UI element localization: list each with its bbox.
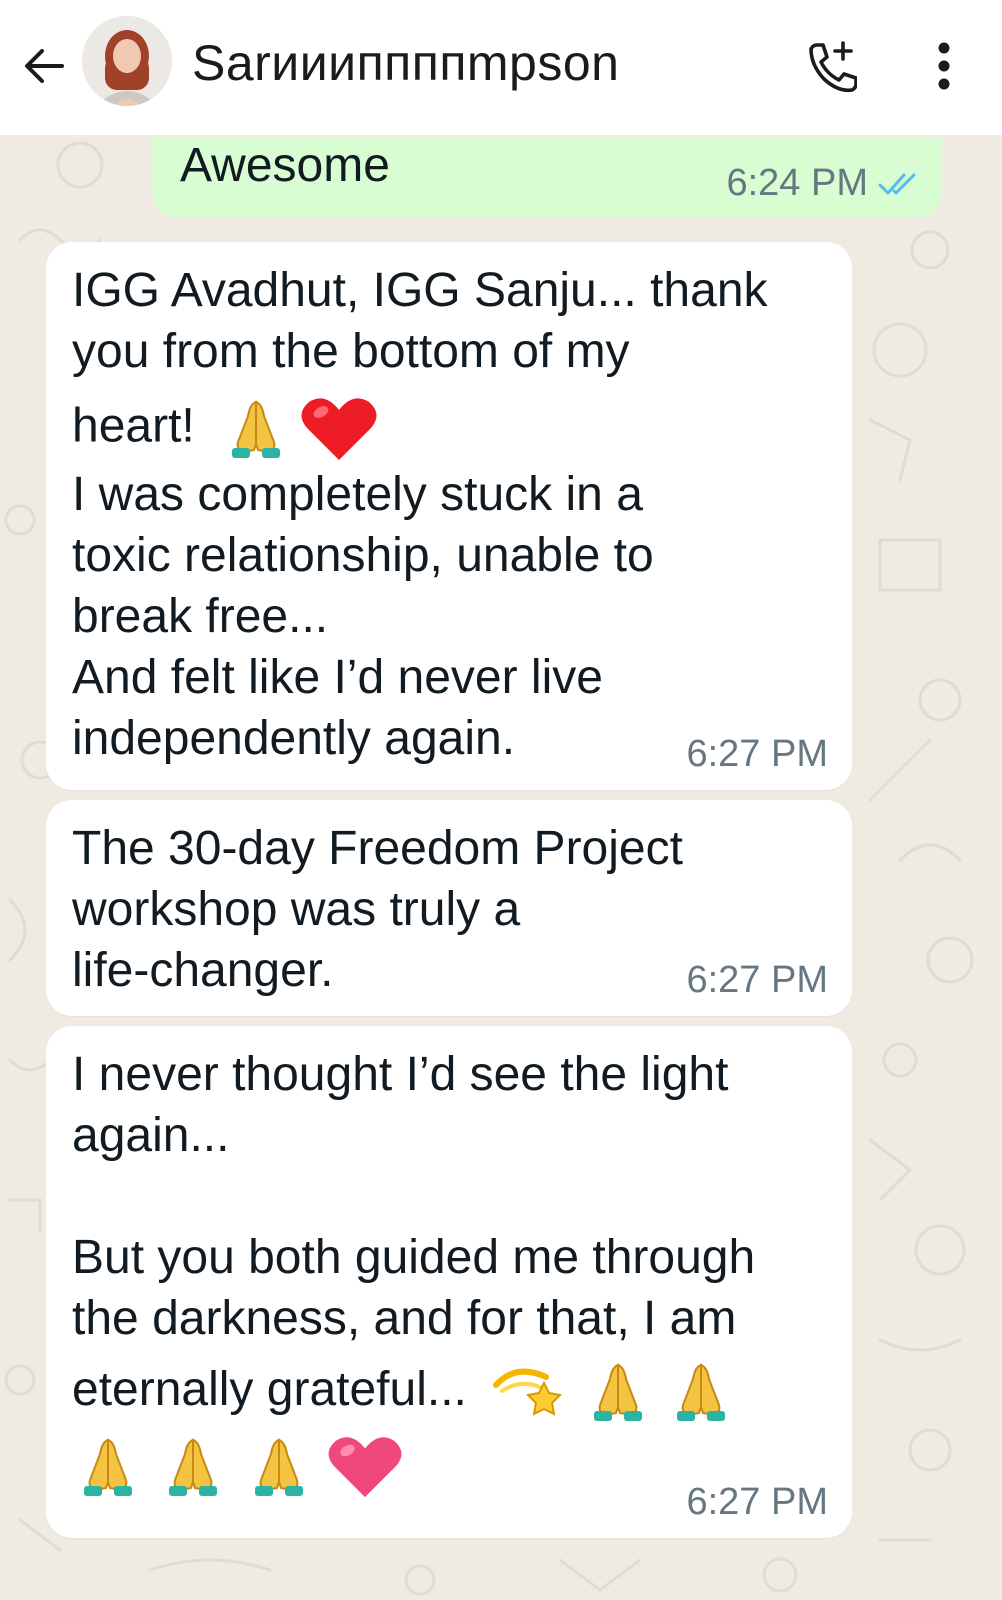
message-time: 6:27 PM xyxy=(686,733,828,775)
message-line-text: eternally grateful... xyxy=(72,1363,467,1416)
message-line: again... xyxy=(72,1109,230,1162)
message-line: I was completely stuck in a xyxy=(72,468,643,521)
message-meta: 6:24 PM xyxy=(726,162,918,205)
folded-hands-emoji xyxy=(254,1438,303,1497)
message-line: the darkness, and for that, I am xyxy=(72,1292,737,1345)
chat-header: Sarиииппппmpson xyxy=(0,0,1002,135)
message-text: I never thought I’d see the light again.… xyxy=(72,1044,828,1501)
message-line-text: heart! xyxy=(72,399,195,453)
message-text: IGG Avadhut, IGG Sanju... thank you from… xyxy=(72,260,828,769)
add-call-button[interactable] xyxy=(800,36,860,96)
incoming-message[interactable]: IGG Avadhut, IGG Sanju... thank you from… xyxy=(46,242,852,790)
folded-hands-emoji xyxy=(232,400,281,458)
message-line: heart! xyxy=(72,394,828,464)
avatar[interactable] xyxy=(82,16,172,106)
double-check-read-icon xyxy=(878,173,916,194)
folded-hands-emoji xyxy=(84,1438,132,1497)
incoming-message[interactable]: The 30-day Freedom Project workshop was … xyxy=(46,800,852,1016)
message-line: IGG Avadhut, IGG Sanju... thank xyxy=(72,264,768,317)
message-line: toxic relationship, unable to xyxy=(72,529,654,582)
dizzy-star-emoji xyxy=(493,1368,563,1417)
message-line: And felt like I’d never live xyxy=(72,651,603,704)
message-line: eternally grateful... xyxy=(72,1359,828,1423)
message-line: you from the bottom of my xyxy=(72,325,630,378)
folded-hands-emoji xyxy=(676,1363,725,1422)
message-time: 6:24 PM xyxy=(726,162,868,204)
pink-heart-emoji xyxy=(328,1437,402,1498)
message-time: 6:27 PM xyxy=(686,1481,828,1523)
message-line: workshop was truly a xyxy=(72,883,521,936)
folded-hands-emoji xyxy=(169,1438,218,1497)
back-button[interactable] xyxy=(18,40,70,92)
message-line: break free... xyxy=(72,590,329,643)
profile-photo xyxy=(82,16,172,106)
incoming-message[interactable]: I never thought I’d see the light again.… xyxy=(46,1026,852,1538)
message-time: 6:27 PM xyxy=(686,959,828,1001)
message-line: But you both guided me through xyxy=(72,1231,756,1284)
more-vertical-icon xyxy=(938,42,950,90)
more-options-button[interactable] xyxy=(918,36,970,96)
outgoing-message[interactable]: Awesome 6:24 PM xyxy=(152,138,942,218)
red-heart-emoji xyxy=(301,398,377,460)
message-line xyxy=(72,1166,828,1227)
folded-hands-emoji xyxy=(593,1363,642,1422)
message-line: I never thought I’d see the light xyxy=(72,1048,729,1101)
message-text: Awesome xyxy=(180,139,390,192)
arrow-left-icon xyxy=(25,49,64,83)
contact-name[interactable]: Sarиииппппmpson xyxy=(192,34,619,92)
message-line: The 30-day Freedom Project xyxy=(72,822,683,875)
phone-add-icon xyxy=(809,41,857,93)
